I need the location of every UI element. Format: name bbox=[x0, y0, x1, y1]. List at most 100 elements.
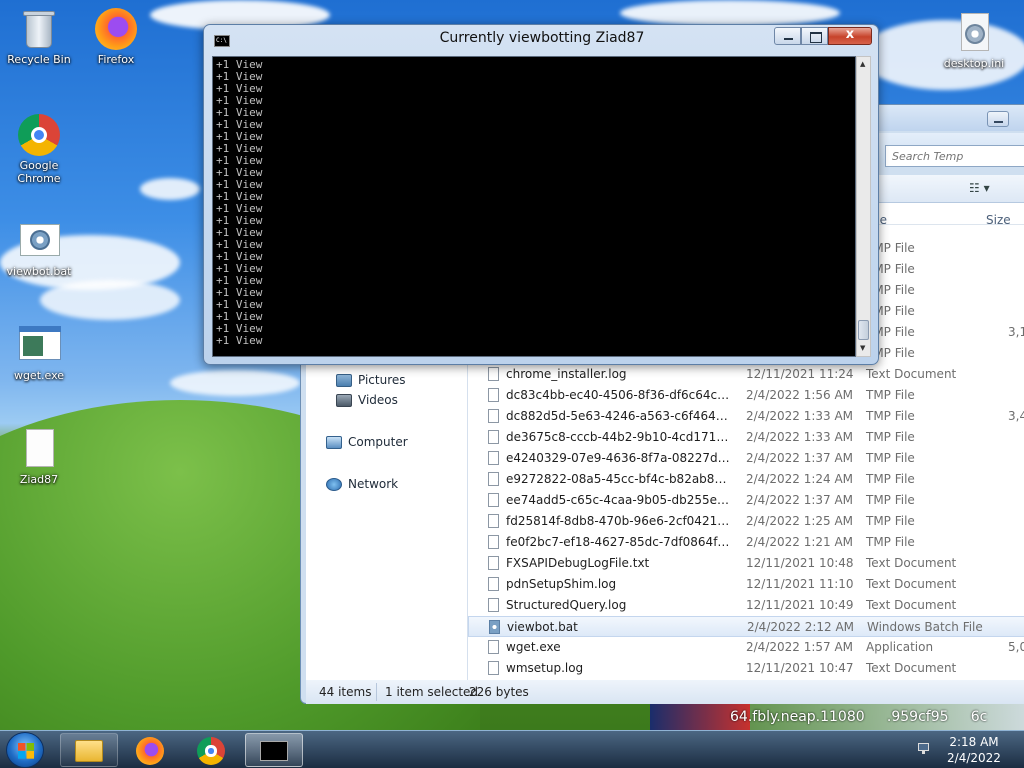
views-button[interactable]: ☷ ▾ bbox=[969, 181, 990, 195]
nav-item-label: Pictures bbox=[358, 373, 406, 387]
status-bar: 44 items 1 item selected 226 bytes bbox=[306, 680, 1024, 704]
scroll-up-icon[interactable]: ▲ bbox=[860, 60, 865, 68]
file-type: Text Document bbox=[866, 598, 957, 612]
wallpaper-overlay: 64.fbly.neap.11080 .959cf95 6c bbox=[650, 704, 1024, 730]
table-row[interactable]: ee74add5-c65c-4caa-9b05-db255ecf8b5b....… bbox=[468, 490, 1024, 511]
close-button[interactable]: x bbox=[828, 27, 872, 45]
desktop-icon-recycle-bin[interactable]: Recycle Bin bbox=[1, 8, 77, 66]
file-size: 3,12 bbox=[1008, 325, 1024, 339]
file-type: TMP File bbox=[866, 514, 915, 528]
table-row[interactable]: e9272822-08a5-45cc-bf4c-b82ab81f7f68.t..… bbox=[468, 469, 1024, 490]
computer-icon bbox=[326, 435, 342, 449]
taskbar-button-cmd[interactable] bbox=[245, 733, 303, 767]
table-row[interactable]: dc882d5d-5e63-4246-a563-c6f464654a88....… bbox=[468, 406, 1024, 427]
explorer-minimize-button[interactable] bbox=[987, 111, 1009, 127]
console-output[interactable]: +1 View +1 View +1 View +1 View +1 View +1 Vi… bbox=[212, 56, 856, 357]
minimize-button[interactable] bbox=[774, 27, 801, 45]
file-size: 3,49 bbox=[1008, 409, 1024, 423]
scrollbar[interactable]: ▲ ▼ bbox=[856, 56, 871, 357]
file-name: dc882d5d-5e63-4246-a563-c6f464654a88.... bbox=[506, 409, 734, 423]
firefox-icon bbox=[95, 8, 137, 50]
file-icon bbox=[488, 409, 499, 423]
chrome-icon bbox=[18, 114, 60, 156]
file-date: 2/4/2022 1:33 AM bbox=[746, 430, 854, 444]
file-icon bbox=[488, 472, 499, 486]
scroll-thumb[interactable] bbox=[858, 320, 869, 340]
file-date: 2/4/2022 1:33 AM bbox=[746, 409, 854, 423]
table-row[interactable]: wget.exe 2/4/2022 1:57 AM Application 5,00 bbox=[468, 637, 1024, 658]
cloud bbox=[620, 0, 840, 26]
table-row[interactable]: wmsetup.log 12/11/2021 10:47 ... Text Docu… bbox=[468, 658, 1024, 679]
file-date: 2/4/2022 1:25 AM bbox=[746, 514, 854, 528]
file-type: Windows Batch File bbox=[867, 620, 983, 634]
table-row[interactable]: fe0f2bc7-ef18-4627-85dc-7df0864f09b8.t..… bbox=[468, 532, 1024, 553]
desktop-icon-label: Firefox bbox=[97, 53, 135, 66]
desktop-icon-wget-exe[interactable]: wget.exe bbox=[1, 324, 77, 382]
file-icon bbox=[488, 598, 499, 612]
status-bytes: 226 bytes bbox=[469, 685, 529, 699]
maximize-button[interactable] bbox=[801, 27, 828, 45]
close-icon: x bbox=[845, 27, 855, 42]
file-name: e9272822-08a5-45cc-bf4c-b82ab81f7f68.t..… bbox=[506, 472, 734, 486]
file-date: 2/4/2022 1:37 AM bbox=[746, 451, 854, 465]
nav-item-videos[interactable]: Videos bbox=[336, 393, 398, 407]
desktop: Recycle Bin Firefox Google Chrome viewbo… bbox=[0, 0, 1024, 730]
file-type: Text Document bbox=[866, 661, 957, 675]
table-row[interactable]: pdnSetupShim.log 12/11/2021 11:10 ... Text… bbox=[468, 574, 1024, 595]
cmd-icon bbox=[260, 741, 288, 761]
file-name: StructuredQuery.log bbox=[506, 598, 627, 612]
file-date: 12/11/2021 10:49 ... bbox=[746, 598, 854, 612]
table-row[interactable]: FXSAPIDebugLogFile.txt 12/11/2021 10:48 .… bbox=[468, 553, 1024, 574]
file-date: 2/4/2022 1:56 AM bbox=[746, 388, 854, 402]
file-name: ee74add5-c65c-4caa-9b05-db255ecf8b5b.... bbox=[506, 493, 734, 507]
scroll-down-icon[interactable]: ▼ bbox=[860, 344, 865, 352]
file-icon bbox=[488, 661, 499, 675]
table-row[interactable]: chrome_installer.log 12/11/2021 11:24 ...… bbox=[468, 364, 1024, 385]
file-type: Text Document bbox=[866, 556, 957, 570]
file-icon bbox=[488, 388, 499, 402]
cloud bbox=[140, 178, 200, 200]
table-row[interactable]: e4240329-07e9-4636-8f7a-08227d621dc3....… bbox=[468, 448, 1024, 469]
start-button[interactable] bbox=[6, 732, 44, 768]
file-type: TMP File bbox=[866, 451, 915, 465]
desktop-icon-firefox[interactable]: Firefox bbox=[78, 8, 154, 66]
nav-item-pictures[interactable]: Pictures bbox=[336, 373, 406, 387]
taskbar-button-explorer[interactable] bbox=[60, 733, 118, 767]
cmd-window: C:\ Currently viewbotting Ziad87 x +1 Vi… bbox=[203, 24, 879, 365]
file-icon bbox=[488, 451, 499, 465]
nav-item-label: Network bbox=[348, 477, 399, 491]
desktop-icon-desktop-ini[interactable]: desktop.ini bbox=[936, 12, 1012, 70]
column-size[interactable]: Size bbox=[986, 213, 1011, 227]
file-icon bbox=[488, 577, 499, 591]
cloud bbox=[170, 370, 300, 396]
file-size: 5,00 bbox=[1008, 640, 1024, 654]
table-row[interactable]: viewbot.bat 2/4/2022 2:12 AM Windows Batch… bbox=[468, 616, 1024, 637]
table-row[interactable]: de3675c8-cccb-44b2-9b10-4cd171541444... 2… bbox=[468, 427, 1024, 448]
file-icon bbox=[488, 640, 499, 654]
table-row[interactable]: fd25814f-8db8-470b-96e6-2cf04210d74a....… bbox=[468, 511, 1024, 532]
table-row[interactable]: StructuredQuery.log 12/11/2021 10:49 ... T… bbox=[468, 595, 1024, 616]
desktop-icon-viewbot-bat[interactable]: viewbot.bat bbox=[1, 220, 77, 278]
search-input[interactable] bbox=[885, 145, 1024, 167]
file-icon bbox=[488, 493, 499, 507]
file-name: e4240329-07e9-4636-8f7a-08227d621dc3.... bbox=[506, 451, 734, 465]
videos-icon bbox=[336, 393, 352, 407]
file-name: fd25814f-8db8-470b-96e6-2cf04210d74a.... bbox=[506, 514, 734, 528]
file-date: 12/11/2021 10:47 ... bbox=[746, 661, 854, 675]
desktop-icon-ziad87[interactable]: Ziad87 bbox=[1, 428, 77, 486]
nav-item-network[interactable]: Network bbox=[326, 477, 398, 491]
status-selected: 1 item selected bbox=[385, 685, 479, 699]
file-date: 2/4/2022 1:37 AM bbox=[746, 493, 854, 507]
network-tray-icon[interactable] bbox=[916, 741, 932, 755]
nav-item-computer[interactable]: Computer bbox=[326, 435, 408, 449]
batch-file-icon bbox=[18, 220, 60, 262]
file-name: wget.exe bbox=[506, 640, 561, 654]
table-row[interactable]: dc83c4bb-ec40-4506-8f36-df6c64cd4bee....… bbox=[468, 385, 1024, 406]
desktop-icon-google-chrome[interactable]: Google Chrome bbox=[1, 114, 77, 185]
file-name: fe0f2bc7-ef18-4627-85dc-7df0864f09b8.t..… bbox=[506, 535, 734, 549]
taskbar-button-firefox[interactable] bbox=[121, 733, 179, 767]
taskbar-button-chrome[interactable] bbox=[182, 733, 240, 767]
file-date: 2/4/2022 1:21 AM bbox=[746, 535, 854, 549]
clock-time: 2:18 AM bbox=[949, 735, 999, 749]
clock[interactable]: 2:18 AM 2/4/2022 bbox=[942, 734, 1006, 766]
